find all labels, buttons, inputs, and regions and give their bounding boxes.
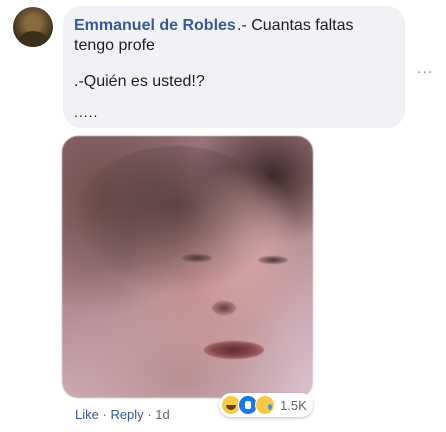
comment-photo[interactable] <box>62 136 313 398</box>
photo-eye-left <box>182 254 212 262</box>
comment-text-line-1: .- Cuantas faltas <box>237 17 354 34</box>
sad-icon <box>255 395 275 415</box>
photo-mouth <box>204 341 264 359</box>
reaction-count: 1.5K <box>280 397 307 413</box>
comment-text-line-2: tengo profe <box>74 37 155 54</box>
like-link[interactable]: Like <box>75 407 99 422</box>
photo-eye-right <box>258 256 288 264</box>
comment-actions: Like · Reply · 1d <box>75 407 170 422</box>
photo-hair <box>72 146 282 296</box>
comment-text-line-3: .-Quién es usted!? <box>74 73 205 90</box>
comment-text-line-4: ..... <box>74 104 99 120</box>
timestamp[interactable]: 1d <box>155 407 169 422</box>
reactions-summary[interactable]: 1.5K <box>219 393 313 417</box>
more-options-icon[interactable]: ... <box>417 60 433 78</box>
comment-author[interactable]: Emmanuel de Robles <box>74 17 236 35</box>
photo-nose <box>212 301 236 315</box>
avatar[interactable] <box>13 7 53 47</box>
reply-link[interactable]: Reply <box>110 407 143 422</box>
avatar-body <box>19 31 47 47</box>
